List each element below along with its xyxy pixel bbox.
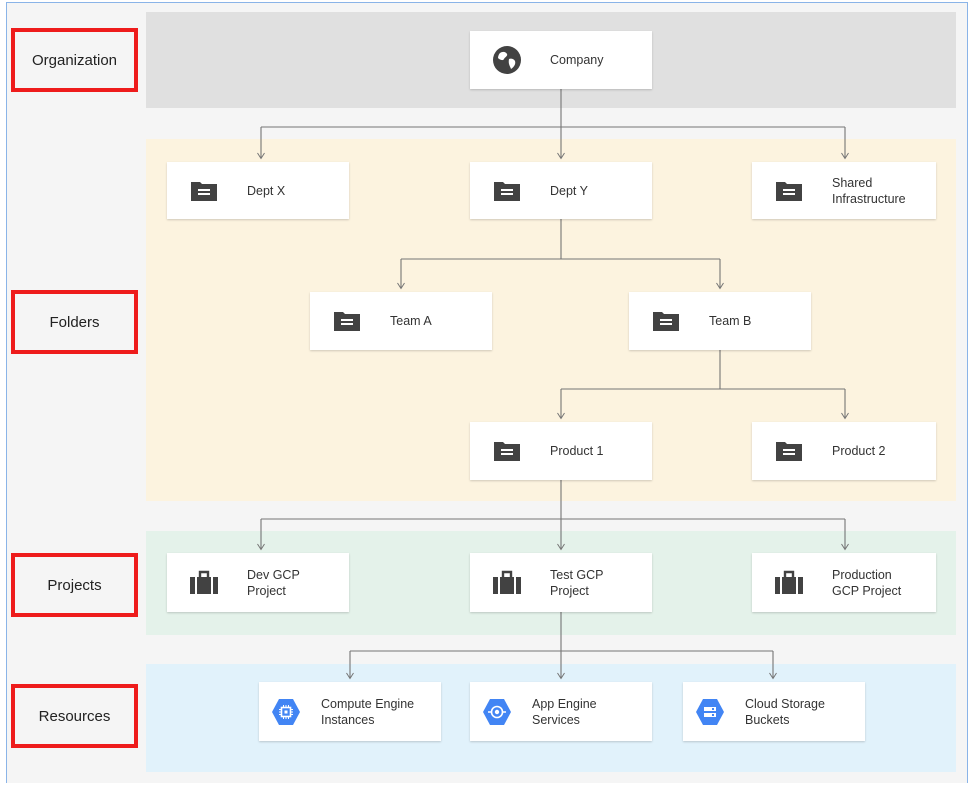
node-dev-gcp-project: Dev GCP Project: [167, 553, 349, 612]
node-product-2: Product 2: [752, 422, 936, 480]
cloud-storage-line-1: Cloud Storage: [745, 696, 825, 711]
folder-icon: [494, 442, 520, 461]
node-dept-x: Dept X: [167, 162, 349, 219]
node-compute-engine-instances: Compute Engine Instances: [259, 682, 441, 741]
app-engine-icon: [483, 698, 511, 725]
dev-gcp-project-line-1: Dev GCP: [247, 567, 300, 582]
production-gcp-project-label: Production GCP Project: [832, 567, 901, 599]
folder-icon: [191, 181, 217, 201]
node-test-gcp-project: Test GCP Project: [470, 553, 652, 612]
hierarchy-connectors: [257, 88, 849, 680]
product-1-label: Product 1: [550, 444, 604, 458]
test-gcp-project-line-1: Test GCP: [550, 567, 604, 582]
compute-engine-label: Compute Engine Instances: [321, 696, 414, 728]
test-gcp-project-label: Test GCP Project: [550, 567, 604, 599]
team-b-label: Team B: [709, 314, 752, 328]
compute-engine-icon: [272, 698, 300, 725]
compute-engine-line-2: Instances: [321, 712, 375, 727]
app-engine-line-2: Services: [532, 712, 580, 727]
team-a-label: Team A: [390, 314, 432, 328]
dept-y-label: Dept Y: [550, 183, 588, 198]
cloud-storage-line-2: Buckets: [745, 712, 790, 727]
cloud-storage-label: Cloud Storage Buckets: [745, 696, 825, 728]
node-cloud-storage-buckets: Cloud Storage Buckets: [683, 682, 865, 741]
node-production-gcp-project: Production GCP Project: [752, 553, 936, 612]
product-2-label: Product 2: [832, 444, 886, 458]
node-shared-infrastructure: Shared Infrastructure: [752, 162, 936, 219]
app-engine-label: App Engine Services: [532, 696, 597, 728]
shared-infrastructure-label: Shared Infrastructure: [832, 175, 906, 207]
node-company: Company: [470, 31, 652, 89]
folder-icon: [776, 181, 802, 201]
node-product-1: Product 1: [470, 422, 652, 480]
folder-icon: [776, 442, 802, 461]
node-team-b: Team B: [629, 292, 811, 350]
node-app-engine-services: App Engine Services: [470, 682, 652, 741]
folder-icon: [494, 181, 520, 201]
test-gcp-project-line-2: Project: [550, 583, 589, 598]
briefcase-icon: [775, 570, 803, 594]
company-label: Company: [550, 53, 604, 67]
folder-icon: [334, 312, 360, 331]
folder-icon: [653, 312, 679, 331]
compute-engine-line-1: Compute Engine: [321, 696, 415, 711]
production-gcp-project-line-2: GCP Project: [832, 583, 902, 598]
node-team-a: Team A: [310, 292, 492, 350]
shared-infrastructure-line-2: Infrastructure: [832, 191, 906, 206]
dev-gcp-project-label: Dev GCP Project: [247, 567, 300, 599]
shared-infrastructure-line-1: Shared: [832, 175, 873, 190]
briefcase-icon: [190, 570, 218, 594]
cloud-storage-icon: [696, 698, 724, 725]
app-engine-line-1: App Engine: [532, 696, 597, 711]
globe-icon: [493, 46, 521, 74]
node-dept-y: Dept Y: [470, 162, 652, 219]
dept-x-label: Dept X: [247, 183, 286, 198]
dev-gcp-project-line-2: Project: [247, 583, 286, 598]
briefcase-icon: [493, 570, 521, 594]
production-gcp-project-line-1: Production: [832, 567, 892, 582]
